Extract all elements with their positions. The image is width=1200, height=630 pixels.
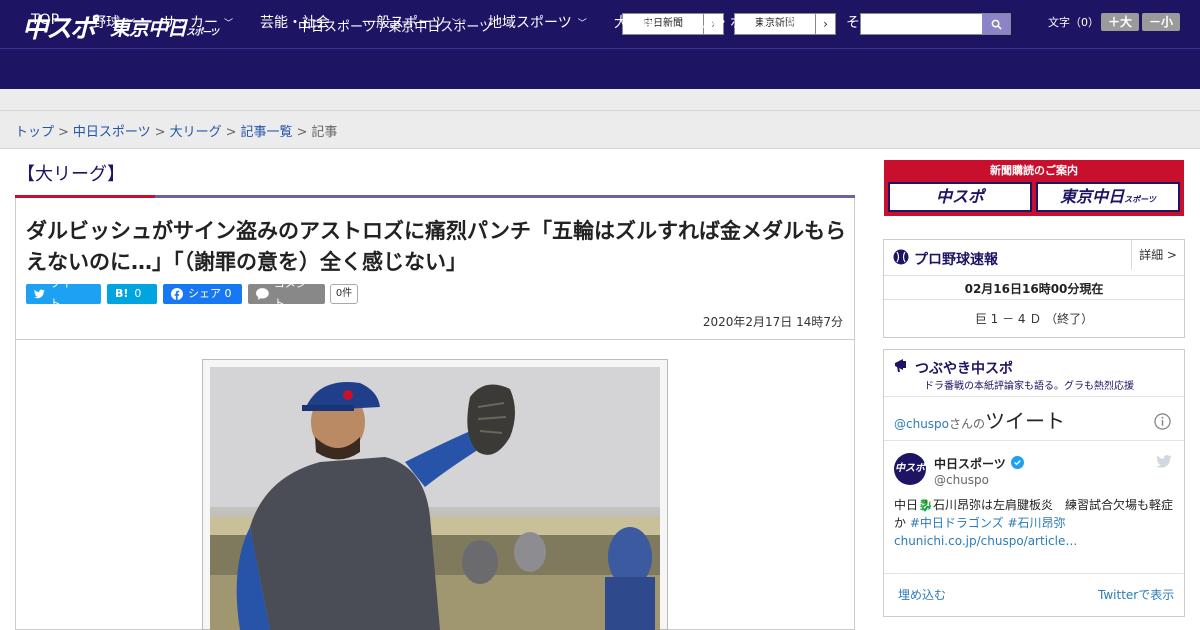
tweet-hashtags[interactable]: #中日ドラゴンズ #石川昂弥: [910, 516, 1066, 530]
font-smaller-button[interactable]: －小: [1142, 13, 1180, 31]
subscription-tokyo-sub: スポーツ: [1124, 195, 1156, 204]
nav-label: サッカー: [162, 15, 218, 31]
hatena-count: 0: [134, 287, 142, 300]
nav-item-racing[interactable]: 競馬・ボート・競輪: [688, 12, 814, 32]
breadcrumb-chuspo[interactable]: 中日スポーツ: [73, 125, 151, 140]
view-on-twitter-link[interactable]: Twitterで表示: [1098, 586, 1174, 603]
hatena-b-icon: B!: [115, 287, 129, 300]
nav-item-baseball[interactable]: 野球 ﹀: [92, 12, 135, 32]
nav-label: TOP: [31, 12, 60, 28]
info-icon[interactable]: [1154, 413, 1171, 430]
font-size-label: 文字（0）: [1048, 16, 1099, 29]
dragon-emoji-icon: 🐉: [918, 498, 933, 512]
baseball-divider: [884, 299, 1184, 300]
subscription-banner[interactable]: 新聞購読のご案内 中スポ 東京中日スポーツ: [884, 160, 1184, 216]
breadcrumb-top[interactable]: トップ: [15, 125, 54, 140]
breadcrumb-mlb[interactable]: 大リーグ: [170, 125, 222, 140]
tweet-link[interactable]: chunichi.co.jp/chuspo/article…: [894, 534, 1077, 548]
nav-item-soccer[interactable]: サッカー ﹀: [162, 12, 233, 32]
article-photo[interactable]: [210, 367, 660, 630]
twitter-bird-icon: [34, 289, 45, 299]
article-category[interactable]: 【大リーグ】: [17, 160, 125, 186]
timeline-divider: [884, 440, 1184, 441]
timeline-handle-suffix: さんの: [949, 417, 986, 431]
chevron-right-icon: ›: [815, 14, 835, 34]
subscription-tokyo-button[interactable]: 東京中日スポーツ: [1036, 182, 1180, 212]
nav-item-general-sports[interactable]: 一般スポーツ ﹀: [362, 12, 461, 32]
hatena-bookmark-button[interactable]: B! 0: [107, 284, 157, 304]
facebook-icon: [171, 288, 183, 300]
breadcrumb-sep: >: [58, 125, 69, 140]
baseball-score[interactable]: 巨 1 － 4 Ｄ （終了）: [884, 310, 1184, 327]
timeline-footer-divider: [884, 573, 1184, 574]
subscription-tokyo-text: 東京中日: [1060, 187, 1125, 206]
chevron-down-icon: ﹀: [577, 18, 587, 29]
nav-label: 地域スポーツ: [488, 15, 572, 31]
embed-link[interactable]: 埋め込む: [898, 586, 946, 603]
article-headline: ダルビッシュがサイン盗みのアストロズに痛烈パンチ「五輪はズルすれば金メダルもらえ…: [26, 219, 847, 274]
breadcrumb-sep: >: [225, 125, 237, 140]
chevron-down-icon: ﹀: [126, 18, 136, 29]
verified-badge-icon: [1011, 456, 1024, 469]
comment-button[interactable]: コメント: [248, 277, 325, 310]
tweet-account-name[interactable]: 中日スポーツ: [934, 455, 1006, 472]
nav-item-top[interactable]: TOP: [31, 12, 59, 28]
twitter-bird-icon[interactable]: [1156, 455, 1172, 468]
nav-item-other[interactable]: その他 ﹀: [846, 12, 903, 32]
tweet-button[interactable]: ツイート: [26, 277, 101, 310]
avatar[interactable]: 中スポ: [894, 453, 926, 485]
nav-item-sumo[interactable]: 大相撲: [614, 12, 656, 32]
comment-bubble-icon: [256, 288, 269, 300]
timeline-header: @chuspoさんのツイート: [894, 405, 1065, 434]
nav-label: 競馬・ボート・競輪: [688, 15, 814, 31]
chevron-down-icon: ﹀: [451, 18, 461, 29]
baseball-icon: [893, 249, 909, 265]
baseball-timestamp: 02月16日16時00分現在: [964, 282, 1104, 296]
nav-label: その他: [846, 15, 888, 31]
baseball-detail-link[interactable]: 詳細 >: [1131, 240, 1184, 270]
ad-band: [0, 89, 1200, 111]
search-icon: [991, 19, 1002, 30]
facebook-share-button[interactable]: シェア 0: [163, 284, 242, 304]
twitter-widget-subtitle: ドラ番戦の本紙評論家も語る。グラも熱烈応援: [924, 381, 1134, 392]
search-button[interactable]: [982, 14, 1010, 34]
timeline-handle[interactable]: @chuspo: [894, 417, 949, 431]
subscription-title: 新聞購読のご案内: [990, 164, 1078, 177]
twitter-widget-title: つぶやき中スポ: [915, 361, 1013, 377]
article-date: 2020年2月17日 14時7分: [702, 315, 843, 329]
breadcrumb-sep: >: [296, 125, 308, 140]
nav-item-regional-sports[interactable]: 地域スポーツ ﹀: [488, 12, 587, 32]
breadcrumb-article-list[interactable]: 記事一覧: [241, 125, 293, 140]
subscription-chuspo-button[interactable]: 中スポ: [888, 182, 1032, 212]
main-nav: [0, 48, 1200, 89]
baseball-title: プロ野球速報: [914, 252, 998, 268]
nav-item-entertainment[interactable]: 芸能・社会: [260, 12, 330, 32]
pitcher-photo-illustration: [210, 367, 660, 630]
nav-label: 一般スポーツ: [362, 15, 446, 31]
tweet-text-prefix: 中日: [894, 498, 919, 512]
facebook-share-label: シェア 0: [188, 287, 232, 300]
chevron-down-icon: ﹀: [894, 18, 904, 29]
twitter-divider: [884, 396, 1184, 397]
timeline-tweets-label: ツイート: [985, 409, 1066, 433]
megaphone-icon: [895, 359, 906, 372]
breadcrumb: トップ > 中日スポーツ > 大リーグ > 記事一覧 > 記事: [15, 121, 337, 140]
tweet-account-handle[interactable]: @chuspo: [934, 473, 989, 487]
comment-count: 0件: [330, 284, 358, 304]
comment-label: コメント: [273, 277, 307, 310]
nav-label: 野球: [92, 15, 120, 31]
nav-label: 芸能・社会: [260, 15, 330, 31]
tweet-label: ツイート: [49, 277, 83, 310]
font-bigger-button[interactable]: ＋大: [1101, 13, 1139, 31]
nav-label: 大相撲: [614, 15, 656, 31]
breadcrumb-sep: >: [154, 125, 166, 140]
breadcrumb-current: 記事: [311, 125, 338, 140]
tweet-body: 中日🐉石川昂弥は左肩腱板炎 練習試合欠場も軽症か #中日ドラゴンズ #石川昂弥 …: [894, 496, 1174, 550]
chevron-down-icon: ﹀: [224, 18, 234, 29]
